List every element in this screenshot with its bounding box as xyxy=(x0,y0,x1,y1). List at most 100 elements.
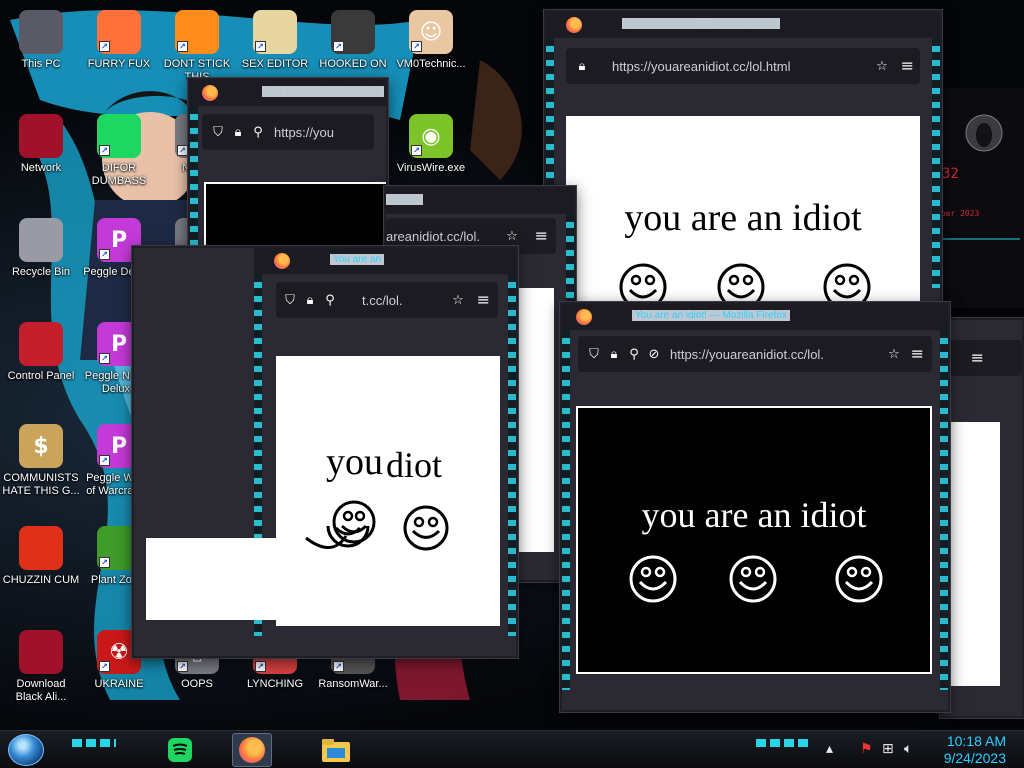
window-title: You are an xyxy=(330,254,385,265)
desktop-icon-recycle-bin[interactable]: Recycle Bin xyxy=(2,212,80,300)
browser-toolbar: 🔒︎ https://youareanidiot.cc/lol.html ☆ ≡ xyxy=(566,48,920,84)
url-bar[interactable]: t.cc/lol. xyxy=(362,293,402,308)
menu-icon[interactable]: ≡ xyxy=(477,290,490,309)
idiot-message: you are an idiot xyxy=(641,495,867,535)
browser-toolbar: ⛉ 🔒︎ ⚲ ⊘ https://youareanidiot.cc/lol. ☆… xyxy=(578,336,932,372)
page-content: you are an idiot xyxy=(566,116,920,308)
maze-icon: ↗ xyxy=(331,10,375,54)
taskbar-file-explorer[interactable] xyxy=(316,733,356,767)
volume-icon[interactable]: 🔈︎ xyxy=(904,741,912,757)
window-titlebar[interactable]: You are an xyxy=(254,248,516,274)
window-title: You are an idiot — Mozilla xyxy=(262,86,384,97)
start-button[interactable] xyxy=(8,734,44,766)
desktop-icon-download-black-ali[interactable]: Download Black Ali... xyxy=(2,624,80,712)
desktop-icon-viruswire-exe[interactable]: ◉ ↗ VirusWire.exe xyxy=(392,108,470,196)
desktop-icon-communists-hate-this-g[interactable]: $ COMMUNISTS HATE THIS G... xyxy=(2,418,80,506)
smiley-icon xyxy=(835,555,883,603)
clock[interactable]: 10:18 AM 9/24/2023 xyxy=(944,733,1006,767)
menu-icon[interactable]: ≡ xyxy=(971,348,984,367)
alienware-icon xyxy=(19,630,63,674)
shortcut-arrow-icon: ↗ xyxy=(99,661,110,672)
permissions-icon[interactable]: ⚲ xyxy=(624,344,644,364)
lock-icon[interactable]: 🔒︎ xyxy=(228,122,248,142)
firefox-icon xyxy=(566,17,582,33)
lock-icon[interactable]: 🔒︎ xyxy=(604,344,624,364)
firefox-icon xyxy=(274,253,290,269)
firefox-icon xyxy=(576,309,592,325)
computer-icon xyxy=(19,10,63,54)
browser-window-4[interactable]: You are an ⛉ 🔒︎ ⚲ t.cc/lol. ☆ ≡ you diot xyxy=(132,246,518,658)
page-content: you are an idiot xyxy=(576,406,932,674)
bookmark-star-icon[interactable]: ☆ xyxy=(872,56,892,76)
smiley-icon xyxy=(332,500,376,544)
browser-window-6[interactable]: ≡ xyxy=(940,318,1024,718)
url-bar[interactable]: https://you xyxy=(274,125,334,140)
vlc-cone-icon: ↗ xyxy=(175,10,219,54)
shortcut-arrow-icon: ↗ xyxy=(99,557,110,568)
desktop-icon-label: HOOKED ON xyxy=(319,58,387,70)
browser-window-2[interactable]: You are an idiot! — Mozilla Firefox 🔒︎ h… xyxy=(544,10,942,310)
smiley-icon xyxy=(403,505,449,551)
idiot-message: you are an idiot xyxy=(624,197,862,239)
permissions-icon[interactable]: ⚲ xyxy=(320,290,340,310)
taskbar-spotify[interactable] xyxy=(160,733,200,767)
shortcut-arrow-icon: ↗ xyxy=(255,661,266,672)
desktop-icon-label: DIFOR DUMBASS xyxy=(91,162,147,187)
lock-icon[interactable]: 🔒︎ xyxy=(572,56,592,76)
shortcut-arrow-icon: ↗ xyxy=(333,41,344,52)
browser-toolbar: ⛉ 🔒︎ ⚲ t.cc/lol. ☆ ≡ xyxy=(276,282,498,318)
menu-icon[interactable]: ≡ xyxy=(535,226,548,245)
svg-text:32: 32 xyxy=(942,166,959,182)
menu-icon[interactable]: ≡ xyxy=(911,344,924,363)
spotify-icon xyxy=(168,738,192,762)
window-titlebar[interactable]: Firefox xyxy=(386,188,574,214)
url-bar[interactable]: https://youareanidiot.cc/lol. xyxy=(670,347,824,362)
desktop-icon-label: VirusWire.exe xyxy=(396,162,466,174)
hxd-icon: ↗ xyxy=(253,10,297,54)
alienware-icon xyxy=(19,114,63,158)
bookmark-star-icon[interactable]: ☆ xyxy=(502,226,522,246)
desktop-icon-label: FURRY FUX xyxy=(87,58,151,70)
recycle-bin-icon xyxy=(19,218,63,262)
desktop-icon-chuzzin-cum[interactable]: CHUZZIN CUM xyxy=(2,520,80,608)
shortcut-arrow-icon: ↗ xyxy=(99,145,110,156)
desktop-icon-label: Control Panel xyxy=(7,370,75,382)
menu-icon[interactable]: ≡ xyxy=(901,56,914,75)
chuzzle-icon xyxy=(19,526,63,570)
url-bar[interactable]: https://youareanidiot.cc/lol.html xyxy=(612,59,790,74)
lock-icon[interactable]: 🔒︎ xyxy=(300,290,320,310)
desktop-icon-vm0technic[interactable]: ☺ ↗ VM0Technic... xyxy=(392,4,470,92)
url-bar[interactable]: areanidiot.cc/lol. xyxy=(386,229,480,244)
network-icon[interactable]: ⊞ xyxy=(882,741,894,757)
window-titlebar[interactable]: You are an idiot! — Mozilla Firefox xyxy=(562,304,948,330)
desktop-icon-label: RansomWar... xyxy=(318,678,388,690)
shield-icon[interactable]: ⛉ xyxy=(584,344,604,364)
clock-date: 9/24/2023 xyxy=(943,750,1006,766)
desktop-icon-label: Network xyxy=(20,162,62,174)
window-titlebar[interactable]: You are an idiot — Mozilla xyxy=(190,80,386,106)
window-titlebar[interactable]: You are an idiot! — Mozilla Firefox xyxy=(546,12,940,38)
shield-icon[interactable]: ⛉ xyxy=(208,122,228,142)
security-alert-icon[interactable]: ⚑ xyxy=(860,741,873,757)
tracking-off-icon[interactable]: ⊘ xyxy=(644,344,664,364)
show-hidden-icons[interactable]: ▴ xyxy=(826,741,833,757)
browser-window-5[interactable]: You are an idiot! — Mozilla Firefox ⛉ 🔒︎… xyxy=(560,302,950,712)
control-panel-icon xyxy=(19,322,63,366)
desktop-icon-network[interactable]: Network xyxy=(2,108,80,196)
taskbar-firefox[interactable] xyxy=(232,733,272,767)
permissions-icon[interactable]: ⚲ xyxy=(248,122,268,142)
bookmark-star-icon[interactable]: ☆ xyxy=(448,290,468,310)
desktop-icon-control-panel[interactable]: Control Panel xyxy=(2,316,80,404)
bookmark-star-icon[interactable]: ☆ xyxy=(884,344,904,364)
window-title: You are an idiot! — Mozilla Firefox xyxy=(622,18,780,29)
window-title: Firefox xyxy=(386,194,423,205)
shield-icon[interactable]: ⛉ xyxy=(280,290,300,310)
smiley-icon xyxy=(629,555,677,603)
shortcut-arrow-icon: ↗ xyxy=(177,661,188,672)
system-widget: 32 mber 2023 xyxy=(930,88,1024,308)
desktop-icon-difor-dumbass[interactable]: ↗ DIFOR DUMBASS xyxy=(80,108,158,196)
desktop-icon-this-pc[interactable]: This PC xyxy=(2,4,80,92)
desktop-icon-furry-fux[interactable]: ↗ FURRY FUX xyxy=(80,4,158,92)
firefox-icon xyxy=(239,737,265,763)
file-explorer-icon xyxy=(322,739,350,762)
